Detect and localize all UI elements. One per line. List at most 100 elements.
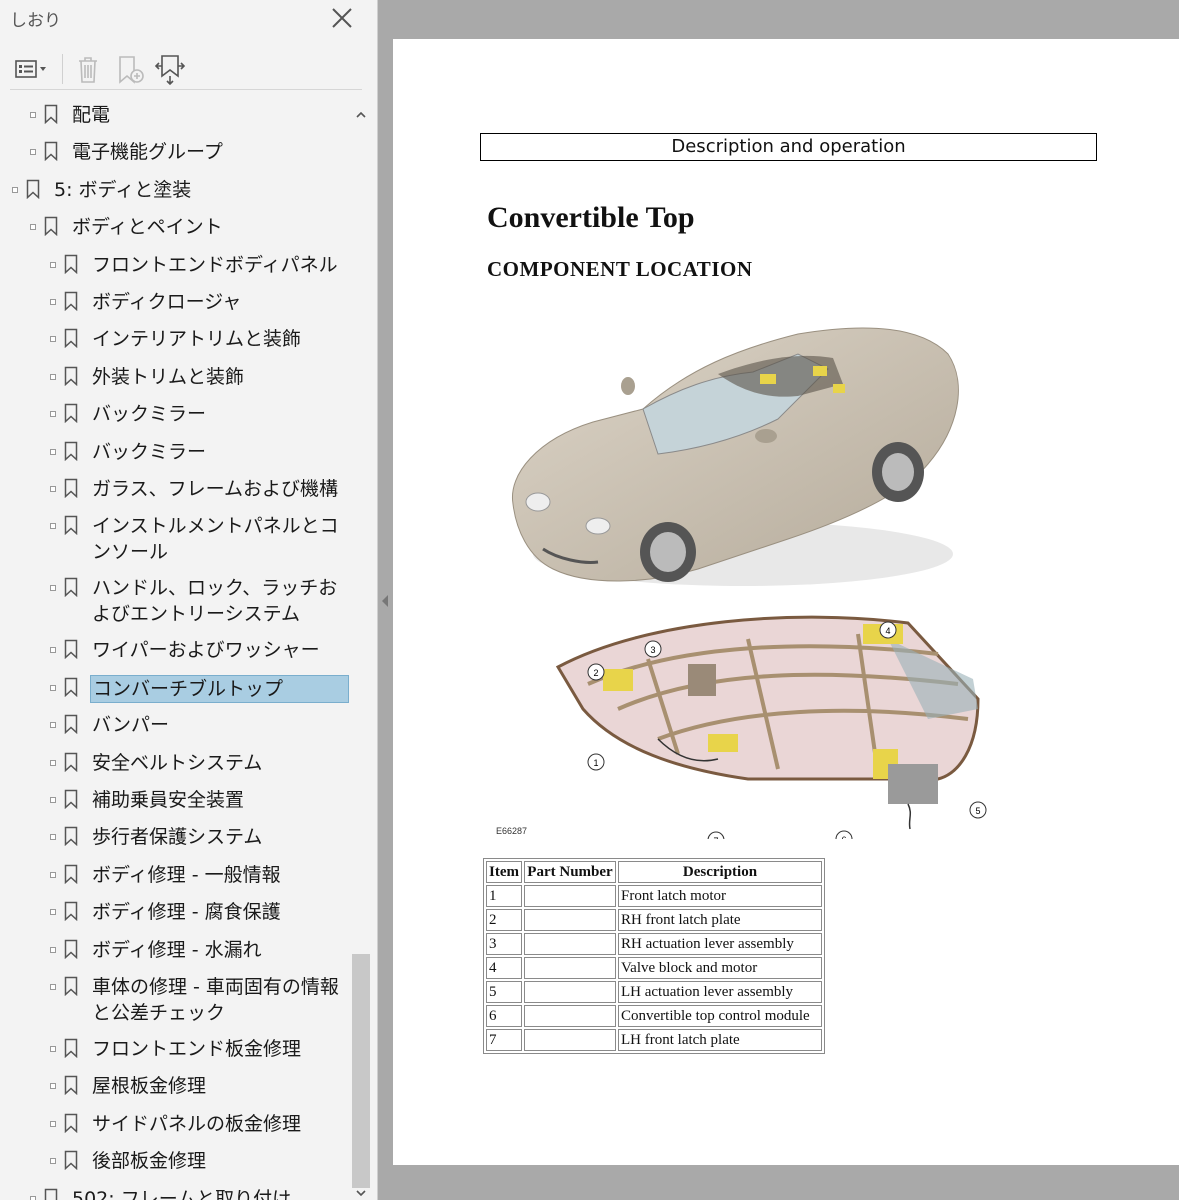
tree-expander[interactable] bbox=[50, 1083, 56, 1090]
options-menu-icon[interactable] bbox=[12, 52, 48, 86]
bookmark-item[interactable]: 屋根板金修理 bbox=[0, 1069, 350, 1103]
bookmark-label: コンバーチブルトップ bbox=[90, 674, 349, 703]
tree-expander[interactable] bbox=[50, 1046, 56, 1052]
tree-expander[interactable] bbox=[50, 684, 56, 691]
bookmark-item[interactable]: 電子機能グループ bbox=[0, 135, 350, 169]
bookmark-icon bbox=[64, 677, 78, 697]
tree-expander[interactable] bbox=[50, 647, 56, 654]
bookmark-icon bbox=[64, 976, 78, 996]
tree-expander[interactable] bbox=[50, 261, 56, 268]
tree-expander[interactable] bbox=[50, 585, 56, 592]
bookmark-label: 502: フレームと取り付け bbox=[72, 1187, 292, 1200]
bookmark-item[interactable]: バックミラー bbox=[0, 435, 350, 469]
cell-item: 2 bbox=[486, 909, 522, 931]
cell-part-number bbox=[524, 1005, 616, 1027]
bookmark-item[interactable]: 502: フレームと取り付け bbox=[0, 1182, 350, 1200]
cell-description: LH front latch plate bbox=[618, 1029, 822, 1051]
toolbar-divider bbox=[62, 54, 63, 84]
bookmark-item[interactable]: 外装トリムと装飾 bbox=[0, 360, 350, 394]
bookmark-item[interactable]: ボディクロージャ bbox=[0, 285, 350, 319]
tree-expander[interactable] bbox=[50, 523, 56, 530]
bookmark-icon bbox=[64, 578, 78, 598]
tree-expander[interactable] bbox=[50, 1158, 56, 1165]
bookmark-item[interactable]: 車体の修理 - 車両固有の情報と公差チェック bbox=[0, 970, 350, 1026]
tree-expander[interactable] bbox=[50, 984, 56, 990]
page-subtitle: COMPONENT LOCATION bbox=[487, 257, 753, 281]
cell-part-number bbox=[524, 909, 616, 931]
bookmark-label: バックミラー bbox=[92, 403, 207, 426]
tree-expander[interactable] bbox=[50, 871, 56, 878]
bookmark-item[interactable]: 後部板金修理 bbox=[0, 1144, 350, 1178]
table-header-row: Item Part Number Description bbox=[486, 861, 822, 883]
bookmark-item[interactable]: ボディ修理 - 水漏れ bbox=[0, 933, 350, 967]
bookmark-item[interactable]: 補助乗員安全装置 bbox=[0, 783, 350, 817]
tree-expander[interactable] bbox=[50, 299, 56, 305]
bookmark-item[interactable]: 歩行者保護システム bbox=[0, 820, 350, 854]
bookmark-label: 後部板金修理 bbox=[92, 1150, 207, 1173]
tree-expander[interactable] bbox=[50, 909, 56, 916]
bookmark-item[interactable]: フロントエンドボディパネル bbox=[0, 248, 350, 282]
scrollbar-thumb[interactable] bbox=[352, 954, 370, 1188]
bookmark-item[interactable]: フロントエンド板金修理 bbox=[0, 1032, 350, 1066]
cell-part-number bbox=[524, 981, 616, 1003]
bookmark-item[interactable]: 配電 bbox=[0, 98, 350, 132]
tree-expander[interactable] bbox=[50, 373, 56, 380]
cell-part-number bbox=[524, 885, 616, 907]
bookmark-item[interactable]: インストルメントパネルとコンソール bbox=[0, 509, 350, 565]
tree-expander[interactable] bbox=[50, 1120, 56, 1127]
bookmark-label: ワイパーおよびワッシャー bbox=[92, 639, 320, 662]
bookmark-item[interactable]: サイドパネルの板金修理 bbox=[0, 1107, 350, 1141]
tree-expander[interactable] bbox=[50, 797, 56, 803]
bookmark-icon bbox=[64, 478, 78, 498]
table-row: 5 LH actuation lever assembly bbox=[486, 981, 822, 1003]
bookmark-icon bbox=[64, 403, 78, 424]
tree-expander[interactable] bbox=[30, 224, 36, 231]
delete-bookmark-icon[interactable] bbox=[70, 52, 106, 86]
tree-expander[interactable] bbox=[50, 722, 56, 729]
convertible-top-illustration: 1 2 3 4 5 6 7 bbox=[555, 615, 987, 839]
bookmark-item[interactable]: ボディとペイント bbox=[0, 210, 350, 244]
scroll-up-icon[interactable] bbox=[354, 108, 368, 122]
collapse-panel-icon[interactable] bbox=[378, 590, 392, 612]
bookmark-item[interactable]: バックミラー bbox=[0, 397, 350, 431]
bookmark-item[interactable]: 安全ベルトシステム bbox=[0, 746, 350, 780]
bookmark-item[interactable]: ボディ修理 - 一般情報 bbox=[0, 858, 350, 892]
bookmark-label: インテリアトリムと装飾 bbox=[92, 328, 302, 351]
tree-expander[interactable] bbox=[50, 834, 56, 841]
tree-expander[interactable] bbox=[50, 448, 56, 455]
bookmark-icon bbox=[64, 516, 78, 536]
tree-expander[interactable] bbox=[50, 486, 56, 492]
cell-description: RH front latch plate bbox=[618, 909, 822, 931]
tree-expander[interactable] bbox=[50, 759, 56, 766]
bookmark-item[interactable]: ガラス、フレームおよび機構 bbox=[0, 472, 350, 506]
cell-description: Front latch motor bbox=[618, 885, 822, 907]
tree-expander[interactable] bbox=[50, 946, 56, 953]
bookmark-item[interactable]: バンパー bbox=[0, 708, 350, 742]
callout-4: 4 bbox=[885, 626, 890, 636]
bookmark-label: サイドパネルの板金修理 bbox=[92, 1112, 302, 1135]
new-bookmark-icon[interactable] bbox=[112, 52, 148, 86]
tree-expander[interactable] bbox=[12, 186, 18, 193]
tree-expander[interactable] bbox=[50, 336, 56, 343]
scroll-down-icon[interactable] bbox=[354, 1186, 368, 1200]
bookmark-item[interactable]: ワイパーおよびワッシャー bbox=[0, 633, 350, 667]
close-icon[interactable] bbox=[330, 6, 354, 30]
bookmark-icon bbox=[64, 901, 78, 922]
tree-expander[interactable] bbox=[50, 411, 56, 418]
bookmark-item[interactable]: ハンドル、ロック、ラッチおよびエントリーシステム bbox=[0, 571, 350, 627]
tree-expander[interactable] bbox=[30, 1195, 36, 1200]
tree-expander[interactable] bbox=[30, 149, 36, 156]
bookmark-label: ボディ修理 - 一般情報 bbox=[92, 863, 281, 886]
bookmark-item[interactable]: 5: ボディと塗装 bbox=[0, 173, 350, 207]
expand-bookmark-icon[interactable] bbox=[152, 52, 188, 86]
bookmark-label: フロントエンド板金修理 bbox=[92, 1038, 302, 1060]
tree-expander[interactable] bbox=[30, 112, 36, 118]
cell-part-number bbox=[524, 933, 616, 955]
bookmark-label: 電子機能グループ bbox=[72, 141, 223, 164]
callout-1: 1 bbox=[593, 758, 598, 768]
bookmark-label: ボディ修理 - 腐食保護 bbox=[92, 901, 281, 924]
bookmark-label: 5: ボディと塗装 bbox=[54, 178, 192, 201]
bookmark-item[interactable]: コンバーチブルトップ bbox=[0, 671, 350, 705]
bookmark-item[interactable]: ボディ修理 - 腐食保護 bbox=[0, 895, 350, 929]
bookmark-item[interactable]: インテリアトリムと装飾 bbox=[0, 322, 350, 356]
